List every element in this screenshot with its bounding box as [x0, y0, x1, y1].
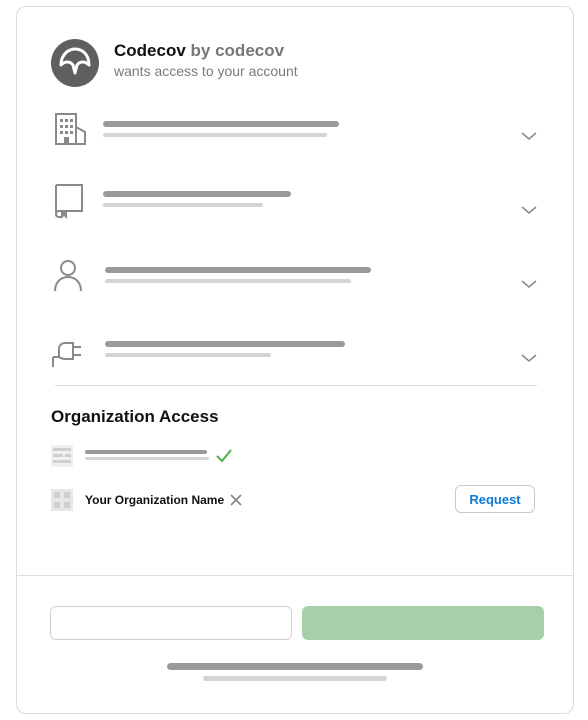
app-title: Codecov by codecov	[114, 41, 284, 61]
permission-row-user[interactable]	[17, 257, 573, 317]
app-subtitle: wants access to your account	[114, 63, 298, 79]
permission-title-placeholder	[103, 191, 291, 197]
check-icon	[215, 447, 233, 465]
x-icon	[229, 493, 243, 507]
permission-title-placeholder	[105, 267, 371, 273]
permission-desc-placeholder	[103, 133, 327, 137]
org-row-granted	[51, 443, 541, 471]
plug-icon	[51, 331, 91, 371]
chevron-down-icon[interactable]	[520, 129, 538, 141]
permission-row-organizations[interactable]	[17, 111, 573, 171]
footer-note-placeholder	[203, 676, 387, 681]
footer-note-placeholder	[167, 663, 423, 670]
authorize-button[interactable]	[302, 606, 544, 640]
person-icon	[51, 257, 91, 297]
chevron-down-icon[interactable]	[520, 203, 538, 215]
building-icon	[51, 111, 91, 151]
org-desc-placeholder	[85, 457, 209, 460]
footer-divider	[17, 575, 573, 576]
org-name: Your Organization Name	[85, 493, 225, 507]
permission-row-webhooks[interactable]	[17, 331, 573, 391]
permission-row-repositories[interactable]	[17, 181, 573, 241]
chevron-down-icon[interactable]	[520, 351, 538, 363]
org-row-request: Your Organization Name Request	[51, 485, 541, 514]
chevron-down-icon[interactable]	[520, 277, 538, 289]
organization-access-heading: Organization Access	[51, 407, 219, 426]
app-owner: by codecov	[190, 41, 285, 60]
org-name-placeholder	[85, 450, 207, 454]
org-avatar-icon	[51, 445, 73, 467]
permission-desc-placeholder	[105, 279, 351, 283]
book-icon	[51, 181, 91, 221]
permission-title-placeholder	[105, 341, 345, 347]
permission-title-placeholder	[103, 121, 339, 127]
request-access-button[interactable]: Request	[455, 485, 535, 513]
app-name: Codecov	[114, 41, 186, 60]
org-avatar-icon	[51, 489, 73, 511]
section-divider	[55, 385, 537, 386]
permission-desc-placeholder	[103, 203, 263, 207]
codecov-logo-icon	[51, 39, 99, 87]
permission-desc-placeholder	[105, 353, 271, 357]
cancel-button[interactable]	[50, 606, 292, 640]
oauth-authorization-card: Codecov by codecov wants access to your …	[16, 6, 574, 714]
